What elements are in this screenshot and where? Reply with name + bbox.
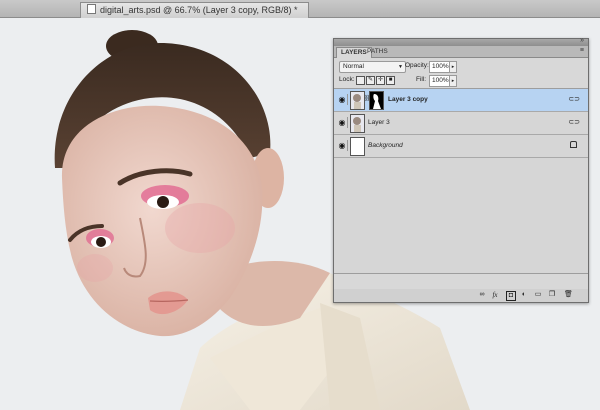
document-tab-title: digital_arts.psd @ 66.7% (Layer 3 copy, …: [100, 5, 298, 15]
layers-panel: » LAYERS PATHS ≡ Normal ▼ Opacity: 100% …: [333, 37, 589, 303]
panel-menu-icon[interactable]: ≡: [580, 47, 584, 54]
eye-icon[interactable]: ◉: [337, 117, 348, 128]
fill-label: Fill:: [416, 76, 427, 83]
new-layer-icon[interactable]: ❐: [548, 291, 556, 299]
panel-title-bar[interactable]: »: [334, 37, 588, 46]
new-group-icon[interactable]: ▭: [534, 291, 542, 299]
fill-slider-icon[interactable]: ▸: [449, 75, 457, 87]
link-icon: ⊂⊃: [568, 96, 580, 103]
collapse-icon[interactable]: »: [580, 37, 584, 44]
dropdown-arrow-icon: ▼: [398, 64, 403, 70]
layer-thumbnail: [350, 91, 365, 110]
lock-fill-row: Lock: ✎ ✛ ■ Fill: 100% ▸: [334, 74, 588, 89]
document-tab-bar: digital_arts.psd @ 66.7% (Layer 3 copy, …: [0, 0, 600, 18]
opacity-slider-icon[interactable]: ▸: [449, 61, 457, 73]
layer-row[interactable]: ◉ Layer 3 ⊂⊃: [334, 112, 588, 135]
fill-input[interactable]: 100% ▸: [429, 75, 457, 87]
link-icon: ⊂⊃: [568, 119, 580, 126]
eye-icon[interactable]: ◉: [337, 94, 348, 105]
layer-row[interactable]: ◉ ⛓ Layer 3 copy ⊂⊃: [334, 89, 588, 112]
layer-thumbnail: [350, 137, 365, 156]
adjustment-layer-icon[interactable]: ◐: [520, 291, 528, 299]
lock-image-icon[interactable]: ✎: [366, 76, 375, 85]
layer-row[interactable]: ◉ Background: [334, 135, 588, 158]
document-icon: [87, 4, 96, 14]
layer-name: Background: [368, 142, 403, 149]
layers-list: ◉ ⛓ Layer 3 copy ⊂⊃ ◉ Layer 3 ⊂⊃ ◉ Backg…: [334, 89, 588, 274]
link-layers-icon[interactable]: ∞: [478, 291, 486, 299]
blend-mode-value: Normal: [343, 63, 364, 70]
lock-position-icon[interactable]: ✛: [376, 76, 385, 85]
opacity-label: Opacity:: [405, 62, 429, 69]
trash-icon[interactable]: 🗑: [564, 291, 573, 299]
lock-transparent-icon[interactable]: [356, 76, 365, 85]
lock-label: Lock:: [339, 76, 355, 83]
fx-icon[interactable]: fx: [491, 291, 499, 299]
fill-value: 100%: [432, 77, 449, 84]
lock-all-icon[interactable]: ■: [386, 76, 395, 85]
blend-mode-select[interactable]: Normal ▼: [339, 61, 406, 73]
lock-icon: [570, 141, 577, 148]
layer-mask-thumbnail[interactable]: [369, 91, 384, 110]
layer-name: Layer 3: [368, 119, 390, 126]
layer-thumbnail: [350, 114, 365, 133]
layers-bottom-bar: ∞ fx ◘ ◐ ▭ ❐ 🗑: [334, 289, 588, 302]
panel-tabs: LAYERS PATHS ≡: [334, 46, 588, 58]
opacity-input[interactable]: 100% ▸: [429, 61, 457, 73]
tab-paths[interactable]: PATHS: [363, 47, 392, 57]
opacity-value: 100%: [432, 63, 449, 70]
eye-icon[interactable]: ◉: [337, 140, 348, 151]
layer-name: Layer 3 copy: [388, 96, 428, 103]
add-mask-icon[interactable]: ◘: [506, 291, 516, 301]
blend-opacity-row: Normal ▼ Opacity: 100% ▸: [334, 58, 588, 74]
document-tab[interactable]: digital_arts.psd @ 66.7% (Layer 3 copy, …: [80, 2, 309, 18]
